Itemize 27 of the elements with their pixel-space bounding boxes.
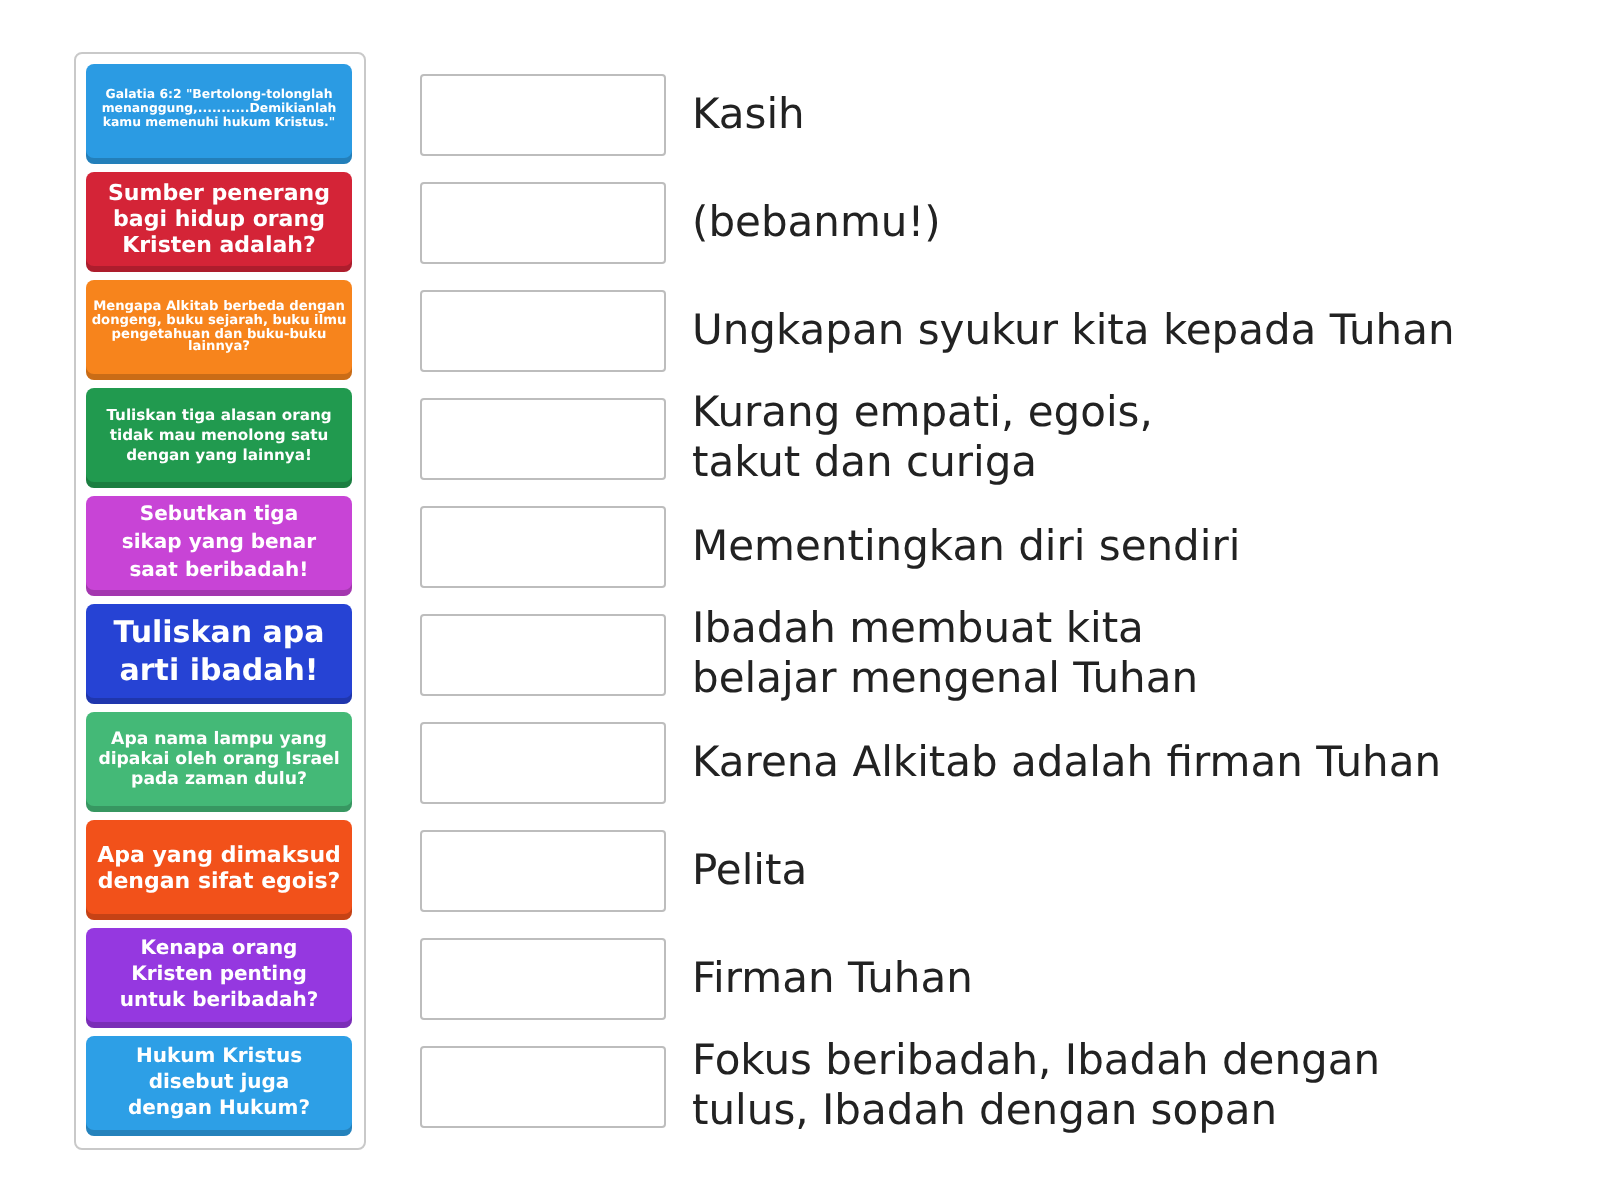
question-card[interactable]: Hukum Kristus disebut juga dengan Hukum?	[86, 1036, 352, 1136]
answer-box[interactable]	[420, 73, 666, 155]
answer-text: Ungkapan syukur kita kepada Tuhan	[692, 305, 1455, 355]
answer-text: Firman Tuhan	[692, 953, 973, 1003]
answer-box[interactable]	[420, 397, 666, 479]
question-card[interactable]: Apa nama lampu yang dipakai oleh orang Israel pada zaman dulu?	[86, 712, 352, 812]
answer-box[interactable]	[420, 829, 666, 911]
answer-text: Mementingkan diri sendiri	[692, 521, 1241, 571]
answer-text: Kurang empati, egois, takut dan curiga	[692, 388, 1153, 488]
answer-text: Kasih	[692, 89, 805, 139]
question-card[interactable]: Kenapa orang Kristen penting untuk beribadah?	[86, 928, 352, 1028]
answer-text: Pelita	[692, 845, 808, 895]
answer-text: Ibadah membuat kita belajar mengenal Tuhan	[692, 604, 1199, 704]
answer-text: Fokus beribadah, Ibadah dengan tulus, Ibadah dengan sopan	[692, 1036, 1381, 1136]
answer-box[interactable]	[420, 721, 666, 803]
question-card[interactable]: Sebutkan tiga sikap yang benar saat beribadah!	[86, 496, 352, 596]
question-card[interactable]: Tuliskan apa arti ibadah!	[86, 604, 352, 704]
question-card[interactable]: Apa yang dimaksud dengan sifat egois?	[86, 820, 352, 920]
answer-box[interactable]	[420, 505, 666, 587]
answer-box[interactable]	[420, 613, 666, 695]
answer-box[interactable]	[420, 181, 666, 263]
answer-box[interactable]	[420, 937, 666, 1019]
question-card[interactable]: Sumber penerang bagi hidup orang Kristen adalah?	[86, 172, 352, 272]
answer-box[interactable]	[420, 1045, 666, 1127]
answer-box[interactable]	[420, 289, 666, 371]
answer-text: (bebanmu!)	[692, 197, 941, 247]
answer-text: Karena Alkitab adalah firman Tuhan	[692, 737, 1442, 787]
